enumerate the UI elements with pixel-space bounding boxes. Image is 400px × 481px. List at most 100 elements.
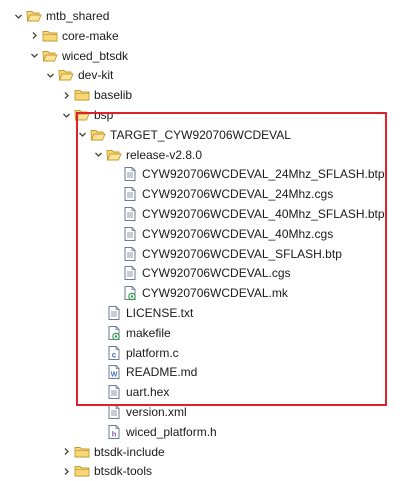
- text-file-icon: [122, 186, 138, 202]
- tree-item-label: CYW920706WCDEVAL.mk: [142, 286, 288, 301]
- tree-folder-dev-kit[interactable]: dev-kit: [44, 65, 113, 85]
- text-file-icon: [106, 404, 122, 420]
- tree-file-cyw920706wcdeval-sflash-btp[interactable]: CYW920706WCDEVAL_SFLASH.btp: [108, 244, 342, 264]
- svg-text:h: h: [112, 429, 117, 438]
- tree-item-label: TARGET_CYW920706WCDEVAL: [110, 127, 291, 142]
- text-file-icon: [122, 206, 138, 222]
- chevron-right-icon[interactable]: [60, 85, 72, 105]
- tree-item-label: CYW920706WCDEVAL_40Mhz.cgs: [142, 226, 334, 241]
- tree-item-label: core-make: [62, 28, 119, 43]
- tree-file-cyw920706wcdeval-40mhz-cgs[interactable]: CYW920706WCDEVAL_40Mhz.cgs: [108, 224, 333, 244]
- folder-closed-icon: [74, 444, 90, 460]
- chevron-down-icon[interactable]: [76, 125, 88, 145]
- tree-item-label: bsp: [94, 108, 114, 122]
- tree-folder-baselib[interactable]: baselib: [60, 85, 132, 105]
- tree-item-label: btsdk-include: [94, 444, 165, 459]
- tree-item-label: CYW920706WCDEVAL_40Mhz_SFLASH.btp: [142, 207, 385, 221]
- svg-text:c: c: [112, 350, 117, 359]
- folder-open-icon: [106, 147, 122, 163]
- tree-item-label: wiced_btsdk: [62, 48, 129, 63]
- tree-file-platform-c[interactable]: c platform.c: [92, 343, 179, 363]
- tree-item-label: uart.hex: [126, 385, 170, 400]
- tree-folder-core-make[interactable]: core-make: [28, 26, 119, 46]
- tree-item-label: CYW920706WCDEVAL_24Mhz.cgs: [142, 187, 334, 202]
- text-file-icon: [106, 305, 122, 321]
- tree-item-label: CYW920706WCDEVAL_24Mhz_SFLASH.btp: [142, 167, 385, 182]
- folder-open-icon: [26, 8, 42, 24]
- folder-open-icon: [90, 127, 106, 143]
- chevron-down-icon[interactable]: [92, 145, 104, 165]
- text-file-icon: [122, 166, 138, 182]
- chevron-down-icon[interactable]: [60, 105, 72, 125]
- tree-item-label: mtb_shared: [46, 9, 110, 23]
- tree-item-label: CYW920706WCDEVAL_SFLASH.btp: [142, 246, 342, 261]
- folder-closed-icon: [74, 463, 90, 479]
- tree-file-readme-md[interactable]: W README.md: [92, 362, 197, 382]
- tree-file-cyw920706wcdeval-24mhz-cgs[interactable]: CYW920706WCDEVAL_24Mhz.cgs: [108, 184, 333, 204]
- chevron-down-icon[interactable]: [44, 65, 56, 85]
- tree-folder-target-cyw920706wcdeval[interactable]: TARGET_CYW920706WCDEVAL: [76, 125, 291, 145]
- tree-file-cyw920706wcdeval-24mhz-sflash-btp[interactable]: CYW920706WCDEVAL_24Mhz_SFLASH.btp: [108, 164, 385, 184]
- tree-file-uart-hex[interactable]: uart.hex: [92, 382, 169, 402]
- chevron-right-icon[interactable]: [60, 442, 72, 462]
- chevron-right-icon[interactable]: [60, 461, 72, 481]
- c-source-file-icon: c: [106, 345, 122, 361]
- folder-open-icon: [74, 107, 90, 123]
- tree-file-makefile[interactable]: makefile: [92, 323, 171, 343]
- text-file-icon: [122, 265, 138, 281]
- tree-item-label: README.md: [126, 365, 198, 380]
- tree-file-cyw920706wcdeval-mk[interactable]: CYW920706WCDEVAL.mk: [108, 283, 288, 303]
- chevron-right-icon[interactable]: [28, 26, 40, 46]
- svg-text:W: W: [111, 372, 118, 379]
- tree-item-label: LICENSE.txt: [126, 306, 194, 320]
- makefile-icon: [106, 325, 122, 341]
- tree-item-label: version.xml: [126, 405, 187, 419]
- folder-closed-icon: [42, 28, 58, 44]
- tree-file-version-xml[interactable]: version.xml: [92, 402, 187, 422]
- chevron-down-icon[interactable]: [28, 46, 40, 66]
- tree-folder-mtb-shared[interactable]: mtb_shared: [12, 6, 109, 26]
- makefile-icon: [122, 285, 138, 301]
- tree-file-license-txt[interactable]: LICENSE.txt: [92, 303, 193, 323]
- tree-folder-wiced-btsdk[interactable]: wiced_btsdk: [28, 46, 128, 66]
- text-file-icon: [122, 226, 138, 242]
- tree-file-cyw920706wcdeval-cgs[interactable]: CYW920706WCDEVAL.cgs: [108, 263, 291, 283]
- header-file-icon: h: [106, 424, 122, 440]
- folder-open-icon: [42, 48, 58, 64]
- tree-folder-bsp[interactable]: bsp: [60, 105, 113, 125]
- project-explorer-tree: mtb_shared core-make wiced_btsdk dev-kit bas…: [0, 0, 400, 478]
- tree-item-label: baselib: [94, 88, 133, 103]
- tree-item-label: release-v2.8.0: [126, 147, 203, 162]
- tree-item-label: platform.c: [126, 345, 179, 360]
- chevron-down-icon[interactable]: [12, 6, 24, 26]
- tree-item-label: CYW920706WCDEVAL.cgs: [142, 266, 291, 281]
- tree-file-cyw920706wcdeval-40mhz-sflash-btp[interactable]: CYW920706WCDEVAL_40Mhz_SFLASH.btp: [108, 204, 385, 224]
- tree-folder-btsdk-include[interactable]: btsdk-include: [60, 442, 165, 462]
- text-file-icon: [122, 246, 138, 262]
- tree-item-label: makefile: [126, 325, 171, 340]
- tree-file-wiced-platform-h[interactable]: h wiced_platform.h: [92, 422, 217, 442]
- tree-item-label: wiced_platform.h: [126, 424, 217, 439]
- tree-item-label: dev-kit: [78, 68, 114, 83]
- tree-folder-btsdk-tools[interactable]: btsdk-tools: [60, 461, 152, 481]
- text-file-icon: [106, 384, 122, 400]
- markdown-file-icon: W: [106, 364, 122, 380]
- tree-item-label: btsdk-tools: [94, 464, 153, 479]
- folder-open-icon: [58, 67, 74, 83]
- tree-folder-release-v2-8-0[interactable]: release-v2.8.0: [92, 145, 202, 165]
- folder-closed-icon: [74, 87, 90, 103]
